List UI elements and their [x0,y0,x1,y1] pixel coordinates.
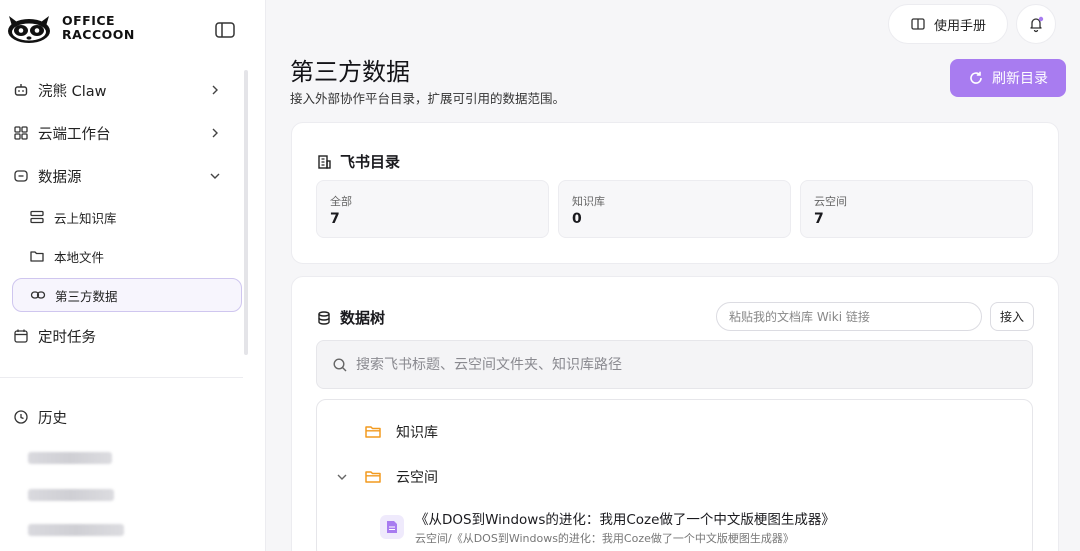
chevron-right-icon [212,128,218,138]
tree-doc-title[interactable]: 《从DOS到Windows的进化：我用Coze做了一个中文版梗图生成器》 [415,508,835,528]
book-icon [911,18,925,30]
history-entry[interactable] [28,489,114,501]
tree-node-knowledge[interactable]: 知识库 [364,422,438,442]
bell-icon [1030,16,1044,33]
sidebar-subitem-local-files[interactable]: 本地文件 [28,239,240,273]
sidebar-subitem-cloud-knowledge[interactable]: 云上知识库 [28,200,240,234]
database-icon [12,167,30,185]
stat-label: 云空间 [814,195,847,208]
sidebar-scrollbar[interactable] [244,70,248,355]
sidebar-item-cloud-workspace[interactable]: 云端工作台 [12,115,242,151]
sidebar-item-scheduled-tasks[interactable]: 定时任务 [12,318,242,354]
chevron-down-icon[interactable] [335,470,349,484]
folder-icon [365,471,381,483]
sidebar-divider [0,377,243,378]
sidebar-subitem-label: 云上知识库 [54,210,117,226]
sidebar-toggle-icon [215,22,235,38]
link-icon [29,286,47,304]
data-tree-title: 数据树 [316,307,385,328]
search-icon [333,357,347,371]
sidebar-item-label: 历史 [38,410,67,427]
history-entry[interactable] [28,524,124,536]
feishu-card-title: 飞书目录 [316,151,400,172]
stat-knowledge: 知识库 0 [558,180,791,238]
tree-node-cloud-space[interactable]: 云空间 [335,467,438,487]
tree-doc-path: 云空间/《从DOS到Windows的进化：我用Coze做了一个中文版梗图生成器》 [415,532,794,545]
grid-icon [12,124,30,142]
knowledge-base-icon [28,208,46,226]
sidebar-item-claw[interactable]: 浣熊 Claw [12,72,242,108]
connect-button[interactable]: 接入 [990,302,1034,331]
sidebar-item-label: 定时任务 [38,329,96,346]
sidebar-subitem-label: 本地文件 [54,249,105,265]
document-icon [380,515,404,539]
feishu-title-text: 飞书目录 [340,153,401,171]
stat-value: 7 [330,211,340,227]
chevron-right-icon [212,85,218,95]
chevron-down-icon [210,173,220,179]
data-tree-title-text: 数据树 [340,309,386,327]
raccoon-logo-icon [8,16,50,43]
folder-icon [365,426,381,438]
sidebar-item-history[interactable]: 历史 [12,399,242,435]
robot-icon [12,81,30,99]
history-icon [12,408,30,426]
manual-button[interactable]: 使用手册 [888,4,1008,44]
refresh-icon [970,71,982,84]
logo-line-2: RACCOON [62,27,135,42]
sidebar: OFFICE RACCOON 浣熊 Claw 云端工作台 数据源 云上知识库 本… [0,0,266,551]
folder-icon [28,247,46,265]
wiki-link-input[interactable] [716,302,982,331]
stat-label: 全部 [330,195,352,208]
notification-button[interactable] [1016,4,1056,44]
database-stack-icon [318,310,330,325]
stat-value: 0 [572,211,582,227]
page-title: 第三方数据 [290,58,410,86]
sidebar-item-datasource[interactable]: 数据源 [12,158,242,194]
logo-line-1: OFFICE [62,13,116,28]
history-entry[interactable] [28,452,112,464]
tree-search-box[interactable] [316,340,1033,389]
manual-button-label: 使用手册 [933,18,986,34]
app-logo[interactable]: OFFICE RACCOON [6,12,135,44]
stat-label: 知识库 [572,195,605,208]
building-icon [318,154,331,169]
sidebar-item-label: 浣熊 Claw [38,83,107,100]
refresh-directory-button[interactable]: 刷新目录 [950,59,1066,97]
stat-value: 7 [814,211,824,227]
refresh-label: 刷新目录 [992,71,1048,87]
calendar-icon [12,327,30,345]
stat-cloud-space: 云空间 7 [800,180,1033,238]
tree-node-label: 知识库 [396,425,438,441]
tree-search-input[interactable] [356,356,996,373]
sidebar-subitem-third-party[interactable]: 第三方数据 [12,278,242,312]
data-tree-panel: 知识库 云空间 《从DOS到Windows的进化：我用Coze做了一个中文版梗图… [316,399,1033,551]
sidebar-item-label: 数据源 [38,169,82,186]
sidebar-item-label: 云端工作台 [38,126,111,143]
sidebar-subitem-label: 第三方数据 [55,288,118,304]
sidebar-toggle-button[interactable] [214,21,236,39]
tree-node-label: 云空间 [396,470,438,486]
page-subtitle: 接入外部协作平台目录，扩展可引用的数据范围。 [290,91,566,106]
stat-all: 全部 7 [316,180,549,238]
